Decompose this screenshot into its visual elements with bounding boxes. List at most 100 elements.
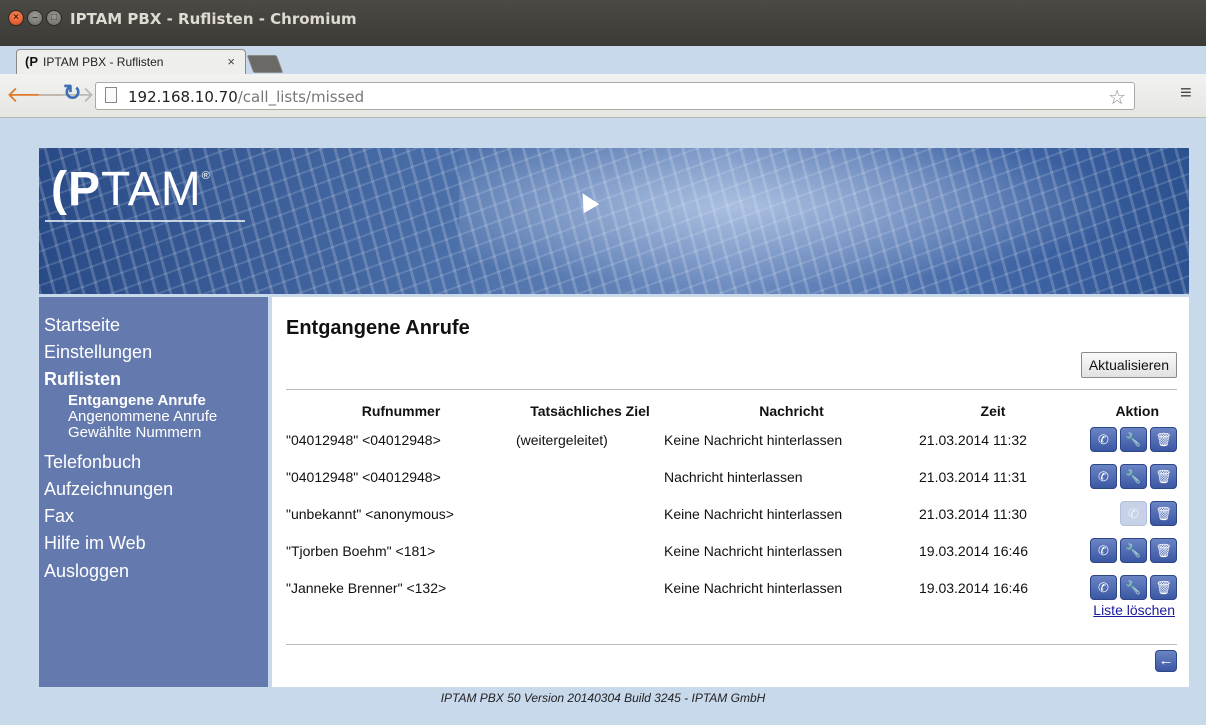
sidebar-item-ruflisten[interactable]: Ruflisten — [44, 369, 121, 390]
wrench-icon: 🔧 — [1125, 543, 1142, 558]
missed-calls-table: Rufnummer Tatsächliches Ziel Nachricht Z… — [286, 400, 1177, 606]
trash-icon: 🗑 — [1155, 580, 1172, 595]
wrench-icon: 🔧 — [1125, 469, 1142, 484]
tab-title: IPTAM PBX - Ruflisten — [43, 55, 164, 69]
favicon-icon: (P — [25, 54, 38, 69]
close-window-icon[interactable]: × — [8, 10, 24, 26]
logo-underline — [45, 220, 245, 222]
trash-icon: 🗑 — [1155, 506, 1172, 521]
cell-message: Nachricht hinterlassen — [664, 468, 803, 485]
cell-number: "Janneke Brenner" <132> — [286, 579, 447, 596]
new-tab-button[interactable] — [246, 55, 284, 73]
column-header-rufnummer: Rufnummer — [361, 402, 441, 419]
cell-actions: ✆ 🔧 🗑 — [1067, 458, 1177, 495]
delete-button[interactable]: 🗑 — [1150, 464, 1177, 489]
trash-icon: 🗑 — [1155, 543, 1172, 558]
cell-target: (weitergeleitet) — [516, 431, 608, 448]
delete-button[interactable]: 🗑 — [1150, 575, 1177, 600]
delete-button[interactable]: 🗑 — [1150, 501, 1177, 526]
cell-number: "04012948" <04012948> — [286, 468, 441, 485]
maximize-window-icon[interactable]: □ — [46, 10, 62, 26]
minimize-window-icon[interactable]: – — [27, 10, 43, 26]
browser-tab[interactable]: (P IPTAM PBX - Ruflisten × — [16, 49, 246, 74]
call-back-button[interactable]: ✆ — [1090, 575, 1117, 600]
browser-menu-icon[interactable]: ≡ — [1180, 82, 1192, 105]
cell-target — [516, 495, 664, 532]
logo-text: TAM — [101, 163, 202, 216]
arrow-left-icon: ← — [1158, 652, 1174, 669]
sidebar-item-startseite[interactable]: Startseite — [44, 315, 120, 336]
reload-icon[interactable]: ↻ — [63, 80, 81, 106]
cell-time: 21.03.2014 11:31 — [919, 468, 1027, 485]
sidebar-item-einstellungen[interactable]: Einstellungen — [44, 342, 152, 363]
cell-time: 21.03.2014 11:32 — [919, 431, 1027, 448]
column-header-aktion: Aktion — [1115, 402, 1159, 419]
phone-icon: ✆ — [1098, 543, 1109, 558]
table-row: "04012948" <04012948> (weitergeleitet) K… — [286, 421, 1177, 458]
column-header-nachricht: Nachricht — [759, 402, 824, 419]
sidebar-item-hilfe[interactable]: Hilfe im Web — [44, 533, 146, 554]
sidebar-item-ausloggen[interactable]: Ausloggen — [44, 561, 129, 582]
call-back-button[interactable]: ✆ — [1090, 538, 1117, 563]
call-back-button: ✆ — [1120, 501, 1147, 526]
sidebar-subitem-angenommene[interactable]: Angenommene Anrufe — [68, 409, 217, 425]
banner-glow — [459, 148, 1159, 294]
phone-icon: ✆ — [1128, 506, 1139, 521]
column-header-zeit: Zeit — [980, 402, 1006, 419]
refresh-button[interactable]: Aktualisieren — [1080, 352, 1177, 378]
logo-mark: ® — [201, 170, 211, 182]
cell-actions: ✆ 🔧 🗑 — [1067, 532, 1177, 569]
delete-button[interactable]: 🗑 — [1150, 538, 1177, 563]
cell-actions: ✆ 🔧 🗑 — [1067, 569, 1177, 606]
phone-icon: ✆ — [1098, 580, 1109, 595]
url-path: /call_lists/missed — [237, 88, 365, 106]
call-back-button[interactable]: ✆ — [1090, 427, 1117, 452]
cell-number: "04012948" <04012948> — [286, 431, 441, 448]
page-footer: IPTAM PBX 50 Version 20140304 Build 3245… — [440, 691, 766, 705]
cell-number: "Tjorben Boehm" <181> — [286, 542, 436, 559]
edit-button[interactable]: 🔧 — [1120, 538, 1147, 563]
cell-actions: ✆ 🔧 🗑 — [1067, 421, 1177, 458]
logo-bold: (P — [51, 163, 101, 216]
table-row: "unbekannt" <anonymous> Keine Nachricht … — [286, 495, 1177, 532]
delete-button[interactable]: 🗑 — [1150, 427, 1177, 452]
header-banner: (PTAM® — [39, 148, 1189, 294]
cell-time: 19.03.2014 16:46 — [919, 579, 1028, 596]
edit-button[interactable]: 🔧 — [1120, 464, 1147, 489]
page-title: Entgangene Anrufe — [286, 317, 470, 339]
tab-close-icon[interactable]: × — [227, 54, 235, 69]
phone-icon: ✆ — [1098, 432, 1109, 447]
sidebar-subitem-entgangene[interactable]: Entgangene Anrufe — [68, 393, 206, 409]
call-back-button[interactable]: ✆ — [1090, 464, 1117, 489]
sidebar-nav: Startseite Einstellungen Ruflisten Entga… — [39, 297, 268, 687]
wrench-icon: 🔧 — [1125, 432, 1142, 447]
phone-icon: ✆ — [1098, 469, 1109, 484]
address-bar[interactable]: 192.168.10.70/call_lists/missed ☆ — [95, 82, 1135, 110]
cell-target — [516, 458, 664, 495]
bookmark-star-icon[interactable]: ☆ — [1108, 85, 1126, 110]
main-content: Entgangene Anrufe Aktualisieren Rufnumme… — [272, 297, 1189, 687]
table-row: "04012948" <04012948> Nachricht hinterla… — [286, 458, 1177, 495]
trash-icon: 🗑 — [1155, 469, 1172, 484]
cell-time: 19.03.2014 16:46 — [919, 542, 1028, 559]
window-titlebar: × – □ IPTAM PBX - Ruflisten - Chromium — [0, 0, 1206, 46]
cell-message: Keine Nachricht hinterlassen — [664, 579, 843, 596]
divider-top — [286, 389, 1177, 390]
back-button[interactable]: ← — [1155, 650, 1177, 672]
clear-list-link[interactable]: Liste löschen — [1093, 602, 1175, 618]
edit-button[interactable]: 🔧 — [1120, 575, 1147, 600]
cell-target — [516, 569, 664, 606]
cell-target — [516, 532, 664, 569]
cell-time: 21.03.2014 11:30 — [919, 505, 1027, 522]
table-row: "Janneke Brenner" <132> Keine Nachricht … — [286, 569, 1177, 606]
sidebar-item-aufzeichnungen[interactable]: Aufzeichnungen — [44, 479, 173, 500]
sidebar-item-telefonbuch[interactable]: Telefonbuch — [44, 452, 141, 473]
page-icon — [105, 87, 117, 103]
url-text[interactable]: 192.168.10.70/call_lists/missed — [128, 88, 364, 106]
edit-button[interactable]: 🔧 — [1120, 427, 1147, 452]
wrench-icon: 🔧 — [1125, 580, 1142, 595]
sidebar-subitem-gewaehlte[interactable]: Gewählte Nummern — [68, 425, 201, 441]
iptam-logo: (PTAM® — [51, 162, 211, 217]
sidebar-item-fax[interactable]: Fax — [44, 506, 74, 527]
url-host: 192.168.10.70 — [128, 88, 238, 106]
